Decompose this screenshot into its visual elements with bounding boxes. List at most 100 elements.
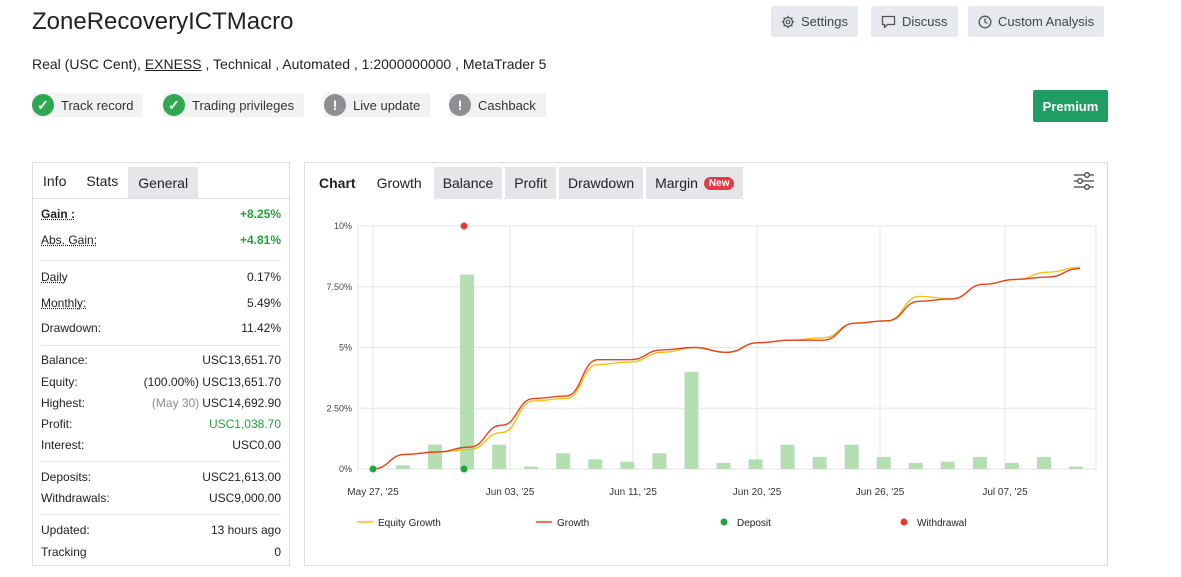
profit-bar bbox=[812, 456, 827, 469]
profit-bar bbox=[684, 371, 699, 469]
stat-monthly: Monthly: 5.49% bbox=[41, 296, 281, 310]
y-tick-label: 0% bbox=[339, 464, 352, 474]
account-type: Real (USC Cent), bbox=[32, 56, 145, 72]
chart-panel: Chart Growth Balance Profit Drawdown Mar… bbox=[304, 162, 1108, 566]
stat-value-group: (May 30) USC14,692.90 bbox=[152, 396, 281, 410]
y-tick-label: 10% bbox=[334, 221, 352, 231]
equity-growth-line bbox=[372, 266, 1081, 470]
profit-bar bbox=[588, 459, 603, 469]
tab-stats[interactable]: Stats bbox=[76, 163, 129, 198]
badge-trading-privileges[interactable]: ✓ Trading privileges bbox=[163, 93, 305, 117]
stat-withdrawals: Withdrawals: USC9,000.00 bbox=[41, 491, 281, 505]
stat-highest: Highest: (May 30) USC14,692.90 bbox=[41, 396, 281, 410]
badge-track-record[interactable]: ✓ Track record bbox=[32, 93, 144, 117]
gear-icon bbox=[781, 15, 795, 28]
stat-label: Profit: bbox=[41, 417, 73, 431]
stat-abs-gain: Abs. Gain: +4.81% bbox=[41, 233, 281, 247]
stat-updated: Updated: 13 hours ago bbox=[41, 523, 281, 537]
badge-label: Track record bbox=[61, 97, 134, 113]
stat-profit: Profit: USC1,038.70 bbox=[41, 417, 281, 431]
divider bbox=[41, 345, 281, 346]
divider bbox=[41, 461, 281, 462]
tab-profit[interactable]: Profit bbox=[505, 167, 556, 199]
profit-bar bbox=[780, 444, 795, 469]
new-badge: New bbox=[703, 176, 735, 190]
x-tick-label: Jun 11, '25 bbox=[609, 487, 657, 498]
tab-general[interactable]: General bbox=[128, 167, 199, 198]
x-tick-label: May 27, '25 bbox=[347, 487, 399, 498]
exclamation-icon: ! bbox=[449, 94, 471, 116]
stat-value: USC13,651.70 bbox=[202, 353, 281, 367]
badge-cashback[interactable]: ! Cashback bbox=[449, 93, 546, 117]
stat-deposits: Deposits: USC21,613.00 bbox=[41, 470, 281, 484]
stat-value: +8.25% bbox=[239, 207, 281, 221]
profit-bar bbox=[940, 461, 955, 469]
y-tick-label: 5% bbox=[339, 343, 352, 353]
stat-label[interactable]: Abs. Gain: bbox=[41, 233, 97, 247]
growth-chart[interactable]: 0% 2.50% 5% 7.50% 10% May 27, '25 Jun 03, '25… bbox=[305, 199, 1107, 565]
account-details: , Technical , Automated , 1:2000000000 ,… bbox=[201, 56, 547, 72]
stat-label: Tracking bbox=[41, 545, 87, 559]
stat-value: USC0.00 bbox=[232, 438, 281, 452]
stat-label[interactable]: Gain : bbox=[41, 207, 75, 221]
tab-drawdown[interactable]: Drawdown bbox=[558, 167, 644, 199]
discuss-button[interactable]: Discuss bbox=[871, 6, 958, 37]
tab-info[interactable]: Info bbox=[33, 163, 76, 198]
y-tick-label: 2.50% bbox=[326, 403, 352, 413]
stat-value: (100.00%) USC13,651.70 bbox=[143, 375, 281, 389]
deposit-point bbox=[369, 465, 377, 473]
badge-label: Trading privileges bbox=[192, 97, 295, 113]
tab-balance[interactable]: Balance bbox=[433, 167, 503, 199]
filter-settings-icon[interactable] bbox=[1073, 171, 1095, 191]
settings-button[interactable]: Settings bbox=[771, 6, 858, 37]
stat-equity: Equity: (100.00%) USC13,651.70 bbox=[41, 375, 281, 389]
custom-analysis-label: Custom Analysis bbox=[998, 14, 1095, 29]
y-tick-label: 7.50% bbox=[326, 282, 352, 292]
badge-label: Live update bbox=[353, 97, 421, 113]
chart-heading: Chart bbox=[319, 175, 356, 191]
stat-label: Equity: bbox=[41, 375, 78, 389]
profit-bar bbox=[1069, 466, 1083, 469]
stats-tabs: Info Stats General bbox=[33, 163, 289, 199]
broker-link[interactable]: EXNESS bbox=[145, 56, 202, 72]
stat-label: Drawdown: bbox=[41, 321, 102, 335]
stat-label[interactable]: Daily bbox=[41, 270, 68, 284]
profit-bar bbox=[556, 453, 571, 469]
legend-withdrawal-label: Withdrawal bbox=[917, 518, 966, 529]
stat-value: USC9,000.00 bbox=[208, 491, 281, 505]
tab-margin[interactable]: Margin New bbox=[646, 167, 744, 199]
stat-drawdown: Drawdown: 11.42% bbox=[41, 321, 281, 335]
stat-label: Withdrawals: bbox=[41, 491, 110, 505]
stat-gain: Gain : +8.25% bbox=[41, 207, 281, 221]
x-tick-label: Jun 20, '25 bbox=[733, 487, 782, 498]
tab-growth[interactable]: Growth bbox=[367, 167, 431, 199]
stat-value: +4.81% bbox=[239, 233, 281, 247]
profit-bar bbox=[748, 459, 763, 469]
stat-label: Highest: bbox=[41, 396, 86, 410]
stat-interest: Interest: USC0.00 bbox=[41, 438, 281, 452]
chart-tabs: Chart Growth Balance Profit Drawdown Mar… bbox=[305, 167, 746, 199]
divider bbox=[41, 260, 281, 261]
profit-bar bbox=[492, 444, 507, 469]
profit-bar bbox=[844, 444, 859, 469]
custom-analysis-button[interactable]: Custom Analysis bbox=[968, 6, 1105, 37]
x-tick-label: Jun 26, '25 bbox=[856, 487, 905, 498]
stat-tracking: Tracking 0 bbox=[41, 545, 281, 559]
legend-deposit-dot bbox=[720, 518, 728, 526]
stat-value: 13 hours ago bbox=[210, 523, 281, 537]
stat-value: 0.17% bbox=[246, 270, 281, 284]
stat-value: 0 bbox=[274, 545, 281, 559]
profit-bar bbox=[908, 462, 923, 469]
page-title: ZoneRecoveryICTMacro bbox=[32, 8, 294, 35]
profit-bar bbox=[524, 466, 539, 469]
divider bbox=[41, 514, 281, 515]
badge-live-update[interactable]: ! Live update bbox=[324, 93, 431, 117]
comment-icon bbox=[881, 15, 896, 28]
premium-button[interactable]: Premium bbox=[1033, 90, 1108, 122]
account-info: Real (USC Cent), EXNESS , Technical , Au… bbox=[32, 56, 546, 72]
legend-withdrawal-dot bbox=[900, 518, 908, 526]
profit-bar bbox=[396, 465, 410, 469]
profit-bar bbox=[1036, 456, 1051, 469]
stat-label[interactable]: Monthly: bbox=[41, 296, 86, 310]
profit-bar bbox=[428, 444, 443, 469]
